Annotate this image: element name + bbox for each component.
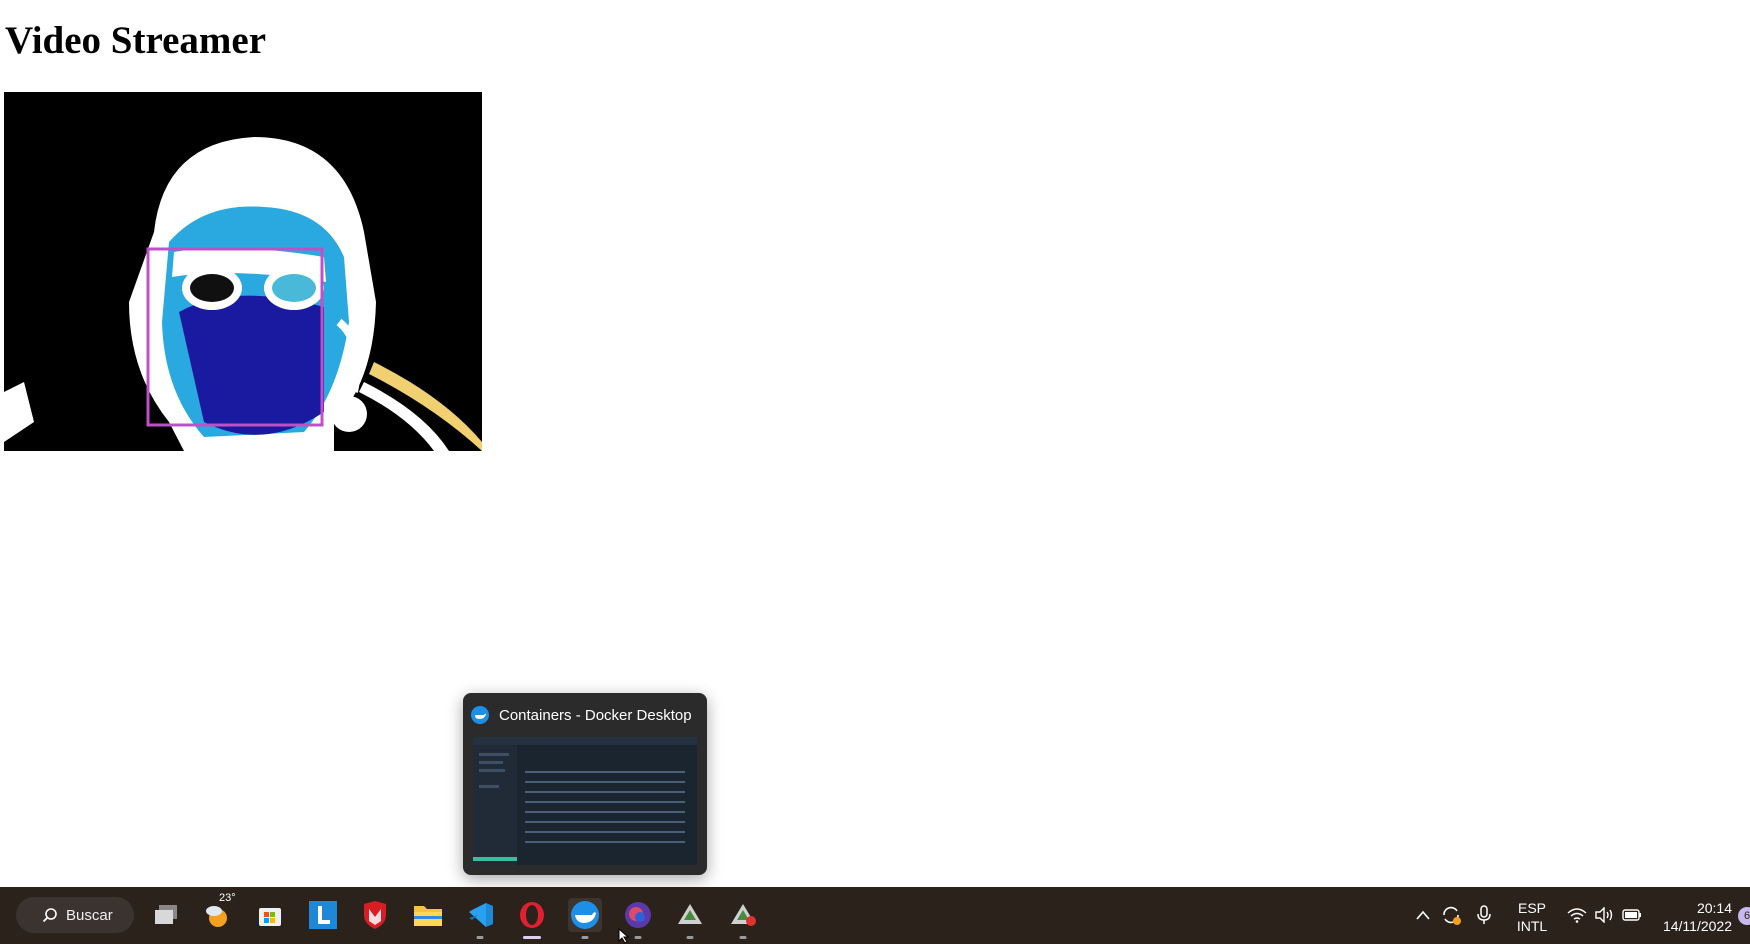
taskbar-preview-flyout[interactable]: Containers - Docker Desktop: [463, 693, 707, 875]
input-language[interactable]: ESP INTL: [1510, 899, 1554, 935]
task-view-icon[interactable]: [149, 898, 183, 932]
page-title: Video Streamer: [5, 19, 267, 62]
notification-badge[interactable]: 6: [1738, 907, 1750, 925]
weather-temperature: 23°: [219, 892, 236, 904]
clock-date: 14/11/2022: [1662, 918, 1732, 934]
microsoft-store-icon[interactable]: [253, 898, 287, 932]
tool-alt-icon[interactable]: [726, 898, 760, 939]
window-thumbnail[interactable]: [473, 737, 697, 865]
taskbar-search[interactable]: Buscar: [16, 897, 134, 933]
video-stream: [4, 92, 482, 451]
browser-icon[interactable]: [621, 898, 655, 939]
taskbar: Buscar 23° ESP INTL 20:14 14/11/2022 6: [0, 887, 1750, 944]
tool-icon[interactable]: [673, 898, 707, 939]
mouse-cursor-icon: [618, 928, 630, 944]
language-code: ESP: [1517, 900, 1546, 916]
file-explorer-icon[interactable]: [411, 898, 445, 932]
docker-icon[interactable]: [568, 898, 602, 939]
clock[interactable]: 20:14 14/11/2022: [1656, 899, 1732, 935]
search-label: Buscar: [66, 906, 113, 924]
vscode-icon[interactable]: [463, 898, 497, 939]
clock-time: 20:14: [1696, 900, 1732, 916]
preview-title: Containers - Docker Desktop: [499, 706, 692, 724]
docker-icon: [471, 706, 489, 724]
sync-icon[interactable]: [1434, 898, 1468, 932]
mcafee-icon[interactable]: [358, 898, 392, 932]
opera-icon[interactable]: [515, 898, 549, 939]
keyboard-layout: INTL: [1516, 918, 1548, 934]
battery-icon[interactable]: [1615, 898, 1649, 932]
search-icon: [42, 908, 57, 923]
microphone-icon[interactable]: [1467, 898, 1501, 932]
l-app-icon[interactable]: [306, 898, 340, 932]
weather-icon[interactable]: 23°: [201, 892, 236, 932]
